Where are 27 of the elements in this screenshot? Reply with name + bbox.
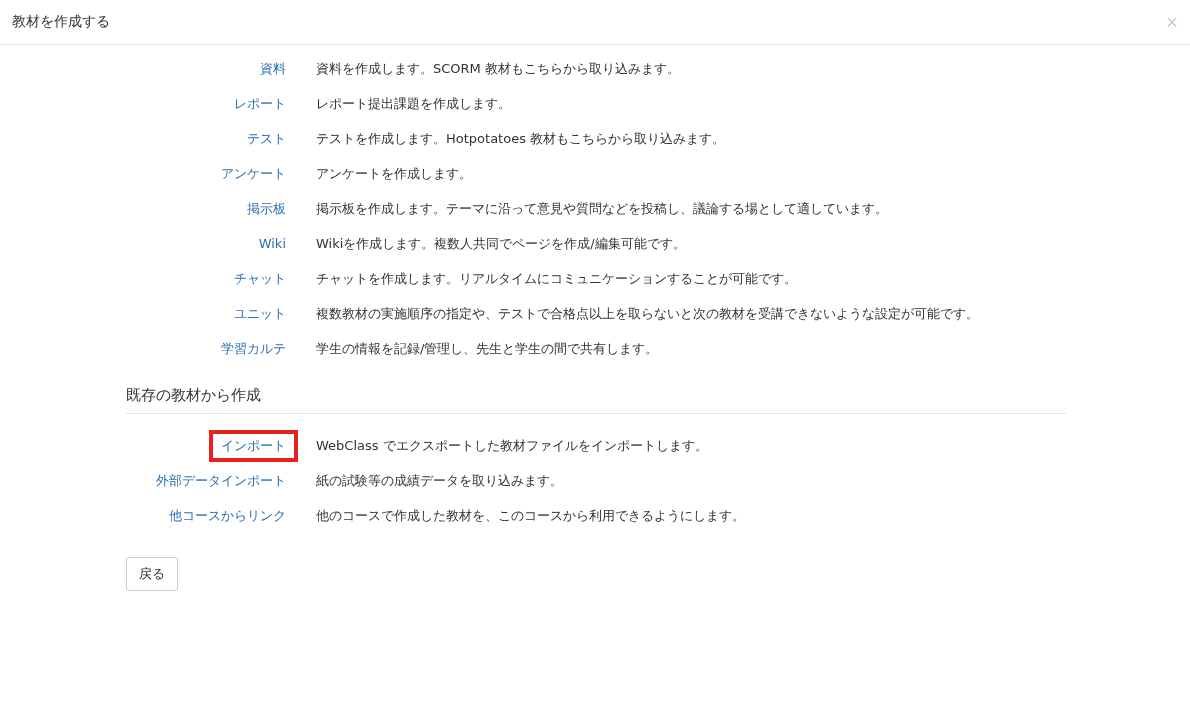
item-description: WebClass でエクスポートした教材ファイルをインポートします。 [316,436,708,455]
item-description: チャットを作成します。リアルタイムにコミュニケーションすることが可能です。 [316,269,797,288]
item-link[interactable]: Wiki [258,236,286,251]
item-description: 紙の試験等の成績データを取り込みます。 [316,471,563,490]
item-description: 学生の情報を記録/管理し、先生と学生の間で共有します。 [316,339,659,358]
item-link[interactable]: テスト [247,129,286,148]
item-description: 複数教材の実施順序の指定や、テストで合格点以上を取らないと次の教材を受講できないような設定が可能です。 [316,304,979,323]
item-link[interactable]: ユニット [234,304,286,323]
item-description: Wikiを作成します。複数人共同でページを作成/編集可能です。 [316,234,686,253]
section-heading: 既存の教材から作成 [126,386,1066,414]
item-description: 掲示板を作成します。テーマに沿って意見や質問などを投稿し、議論する場として適しています。 [316,199,888,218]
item-link[interactable]: 掲示板 [247,199,286,218]
item-description: 資料を作成します。SCORM 教材もこちらから取り込みます。 [316,59,680,78]
item-link[interactable]: チャット [234,269,286,288]
item-link[interactable]: 他コースからリンク [169,506,286,525]
item-link[interactable]: 外部データインポート [156,471,286,490]
item-description: アンケートを作成します。 [316,164,472,183]
item-link[interactable]: レポート [234,94,286,113]
back-button[interactable]: 戻る [126,557,178,591]
item-description: レポート提出課題を作成します。 [316,94,511,113]
item-link[interactable]: 資料 [260,59,286,78]
item-link[interactable]: 学習カルテ [221,339,286,358]
item-description: テストを作成します。Hotpotatoes 教材もこちらから取り込みます。 [316,129,726,148]
item-description: 他のコースで作成した教材を、このコースから利用できるようにします。 [316,506,745,525]
item-link[interactable]: アンケート [221,164,286,183]
item-link[interactable]: インポート [209,429,298,462]
dialog-title: 教材を作成する [12,13,110,31]
